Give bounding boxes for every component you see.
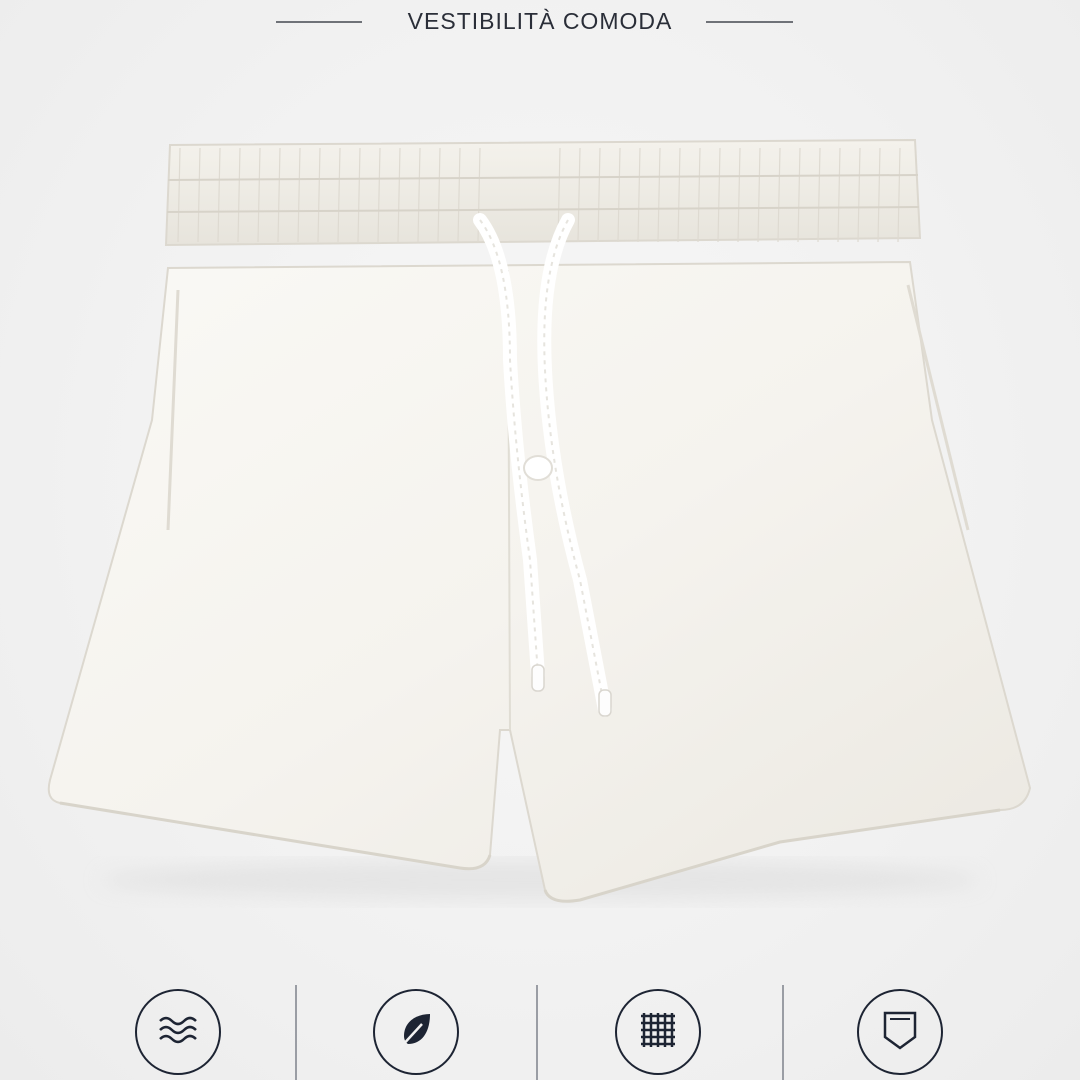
page-title: VESTIBILITÀ COMODA [407, 8, 673, 34]
mesh-grid-icon [638, 1010, 678, 1055]
pocket-icon [880, 1009, 920, 1056]
product-feature-page: VESTIBILITÀ COMODA [0, 0, 1080, 1080]
header-divider-right [706, 21, 793, 23]
divider [782, 985, 784, 1080]
feature-quick-dry [135, 989, 221, 1075]
divider [295, 985, 297, 1080]
divider [536, 985, 538, 1080]
header: VESTIBILITÀ COMODA [0, 0, 1080, 46]
feature-eco [373, 989, 459, 1075]
product-image [40, 120, 1040, 920]
feature-pocket [857, 989, 943, 1075]
feature-mesh-lining [615, 989, 701, 1075]
features-row [0, 975, 1080, 1080]
leaf-icon [396, 1010, 436, 1055]
waves-icon [156, 1013, 200, 1052]
